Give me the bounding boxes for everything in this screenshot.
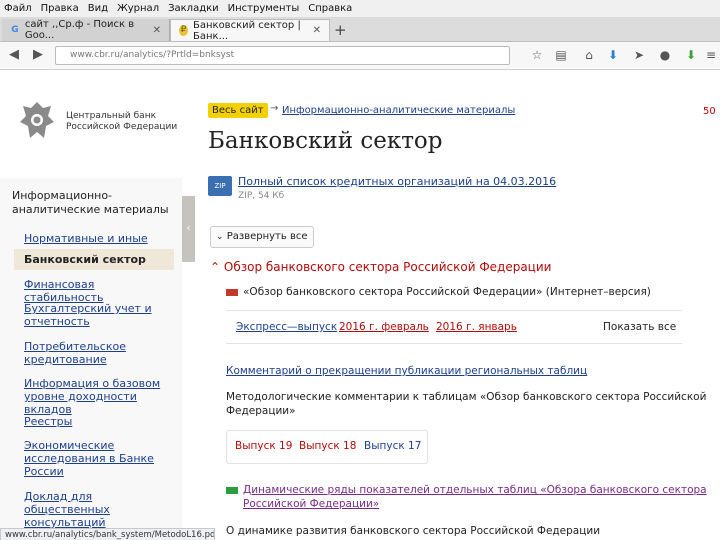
credit-organizations-list-link[interactable]: Полный список кредитных организаций на 0… <box>238 175 556 188</box>
close-icon[interactable]: ✕ <box>313 25 321 36</box>
menu-file[interactable]: Файл <box>4 3 32 14</box>
menu-tools[interactable]: Инструменты <box>228 3 300 14</box>
release-selector: Выпуск 19 Выпуск 18 Выпуск 17 <box>226 430 428 464</box>
new-tab-icon[interactable]: + <box>334 21 347 39</box>
back-icon[interactable]: ◀ <box>6 47 22 63</box>
filter-jan-2016[interactable]: 2016 г. январь <box>436 321 517 333</box>
reading-list-icon[interactable]: ▤ <box>554 48 568 62</box>
menu-bar: Файл Правка Вид Журнал Закладки Инструме… <box>0 0 720 17</box>
release-17[interactable]: Выпуск 17 <box>364 440 421 452</box>
sidebar-item-financial-stability[interactable]: Финансовая стабильность <box>24 278 174 304</box>
sidebar-collapse-button[interactable]: ‹ <box>182 196 195 262</box>
brand-line-1: Центральный банк <box>66 111 157 121</box>
sidebar-item-banking-sector[interactable]: Банковский сектор <box>14 249 174 270</box>
sidebar-heading-line-2: аналитические материалы <box>12 203 169 216</box>
filter-express[interactable]: Экспресс—выпуск <box>236 321 337 333</box>
dynamics-link-line-1: Динамические ряды показателей отдельных … <box>243 484 707 496</box>
menu-view[interactable]: Вид <box>88 3 108 14</box>
close-icon[interactable]: ✕ <box>153 25 161 36</box>
chevron-left-icon: ‹ <box>186 223 191 234</box>
menu-icon[interactable]: ≡ <box>704 48 718 62</box>
chevron-up-icon: ⌃ <box>210 260 221 274</box>
breadcrumb-home[interactable]: Весь сайт <box>208 103 268 118</box>
sidebar-item-registries[interactable]: Реестры <box>24 415 174 428</box>
address-bar[interactable]: www.cbr.ru/analytics/?Prtld=bnksyst <box>55 46 510 65</box>
tab-google-search[interactable]: G сайт ,,Cр.ф - Поиск в Goo... ✕ <box>2 19 170 41</box>
sidebar-item-accounting[interactable]: Бухгалтерский учет и отчетность <box>24 302 174 328</box>
download-icon[interactable]: ⬇ <box>606 48 620 62</box>
filter-feb-2016[interactable]: 2016 г. февраль <box>339 321 429 333</box>
menu-history[interactable]: Журнал <box>117 3 159 14</box>
file-size: ZIP, 54 Кб <box>238 191 285 201</box>
breadcrumb-section-link[interactable]: Информационно-аналитические материалы <box>282 105 515 116</box>
sidebar-heading[interactable]: Информационно- аналитические материалы <box>12 189 172 217</box>
tab-label: Банковский сектор | Банк... <box>193 19 301 42</box>
excel-icon <box>226 487 238 494</box>
tab-label: сайт ,,Cр.ф - Поиск в Goo... <box>24 19 135 41</box>
zip-file-icon: ZIP <box>208 176 232 196</box>
status-bar-url: www.cbr.ru/analytics/bank_system/MetodoL… <box>0 528 215 540</box>
cbr-eagle-logo-icon[interactable] <box>16 98 58 144</box>
methodology-line-1: Методологические комментарии к таблицам … <box>226 391 707 403</box>
dynamics-link-line-2: Российской Федерации» <box>243 498 380 510</box>
google-icon: G <box>11 24 19 35</box>
release-19[interactable]: Выпуск 19 <box>235 440 292 452</box>
menu-help[interactable]: Справка <box>308 3 352 14</box>
navigation-bar: ◀ ▶ www.cbr.ru/analytics/?Prtld=bnksyst … <box>0 42 720 70</box>
chevron-down-icon: ⌄ <box>216 232 224 242</box>
tab-bank-sector[interactable]: ₽ Банковский сектор | Банк... ✕ <box>170 19 330 42</box>
cbr-favicon-icon: ₽ <box>179 25 188 36</box>
sidebar-item-public-consultation[interactable]: Доклад для общественных консультаций <box>24 490 174 529</box>
dynamics-series-link[interactable]: Динамические ряды показателей отдельных … <box>243 483 707 511</box>
review-internet-version-text[interactable]: «Обзор банковского сектора Российской Фе… <box>243 285 651 299</box>
sidebar-item-consumer-credit[interactable]: Потребительское кредитование <box>24 340 174 366</box>
banking-sector-dynamics-text[interactable]: О динамике развития банковского сектора … <box>226 524 600 538</box>
star-icon[interactable]: ☆ <box>530 48 544 62</box>
brand-name: Центральный банк Российской Федерации <box>66 111 177 133</box>
arrow-right-icon: → <box>270 103 279 114</box>
regional-tables-comment-link[interactable]: Комментарий о прекращении публикации рег… <box>226 364 587 378</box>
expand-all-label: Развернуть все <box>226 231 308 242</box>
methodology-text: Методологические комментарии к таблицам … <box>226 390 706 418</box>
sidebar-item-economic-research[interactable]: Экономические исследования в Банке Росси… <box>24 439 174 478</box>
show-all-button[interactable]: Показать все <box>603 321 676 333</box>
page-title: Банковский сектор <box>208 128 443 154</box>
tab-bar: G сайт ,,Cр.ф - Поиск в Goo... ✕ ₽ Банко… <box>0 17 720 42</box>
green-arrow-icon[interactable]: ⬇ <box>684 48 698 62</box>
page-number: 50 <box>703 106 716 117</box>
release-18[interactable]: Выпуск 18 <box>299 440 356 452</box>
pdf-icon <box>226 289 238 296</box>
send-icon[interactable]: ➤ <box>632 48 646 62</box>
sidebar-heading-line-1: Информационно- <box>12 189 113 202</box>
methodology-line-2: Федерации» <box>226 405 296 417</box>
menu-bookmarks[interactable]: Закладки <box>168 3 219 14</box>
chat-icon[interactable]: ● <box>658 48 672 62</box>
section-title: Обзор банковского сектора Российской Фед… <box>223 260 552 274</box>
expand-all-button[interactable]: ⌄ Развернуть все <box>210 226 314 248</box>
section-review-heading[interactable]: ⌃ Обзор банковского сектора Российской Ф… <box>210 260 551 274</box>
home-icon[interactable]: ⌂ <box>582 48 596 62</box>
forward-icon[interactable]: ▶ <box>30 47 46 63</box>
brand-line-2: Российской Федерации <box>66 122 178 132</box>
filter-bar: Экспресс—выпуск 2016 г. февраль 2016 г. … <box>226 310 682 344</box>
sidebar-item-deposit-yield[interactable]: Информация о базовом уровне доходности в… <box>24 377 174 416</box>
menu-edit[interactable]: Правка <box>41 3 79 14</box>
